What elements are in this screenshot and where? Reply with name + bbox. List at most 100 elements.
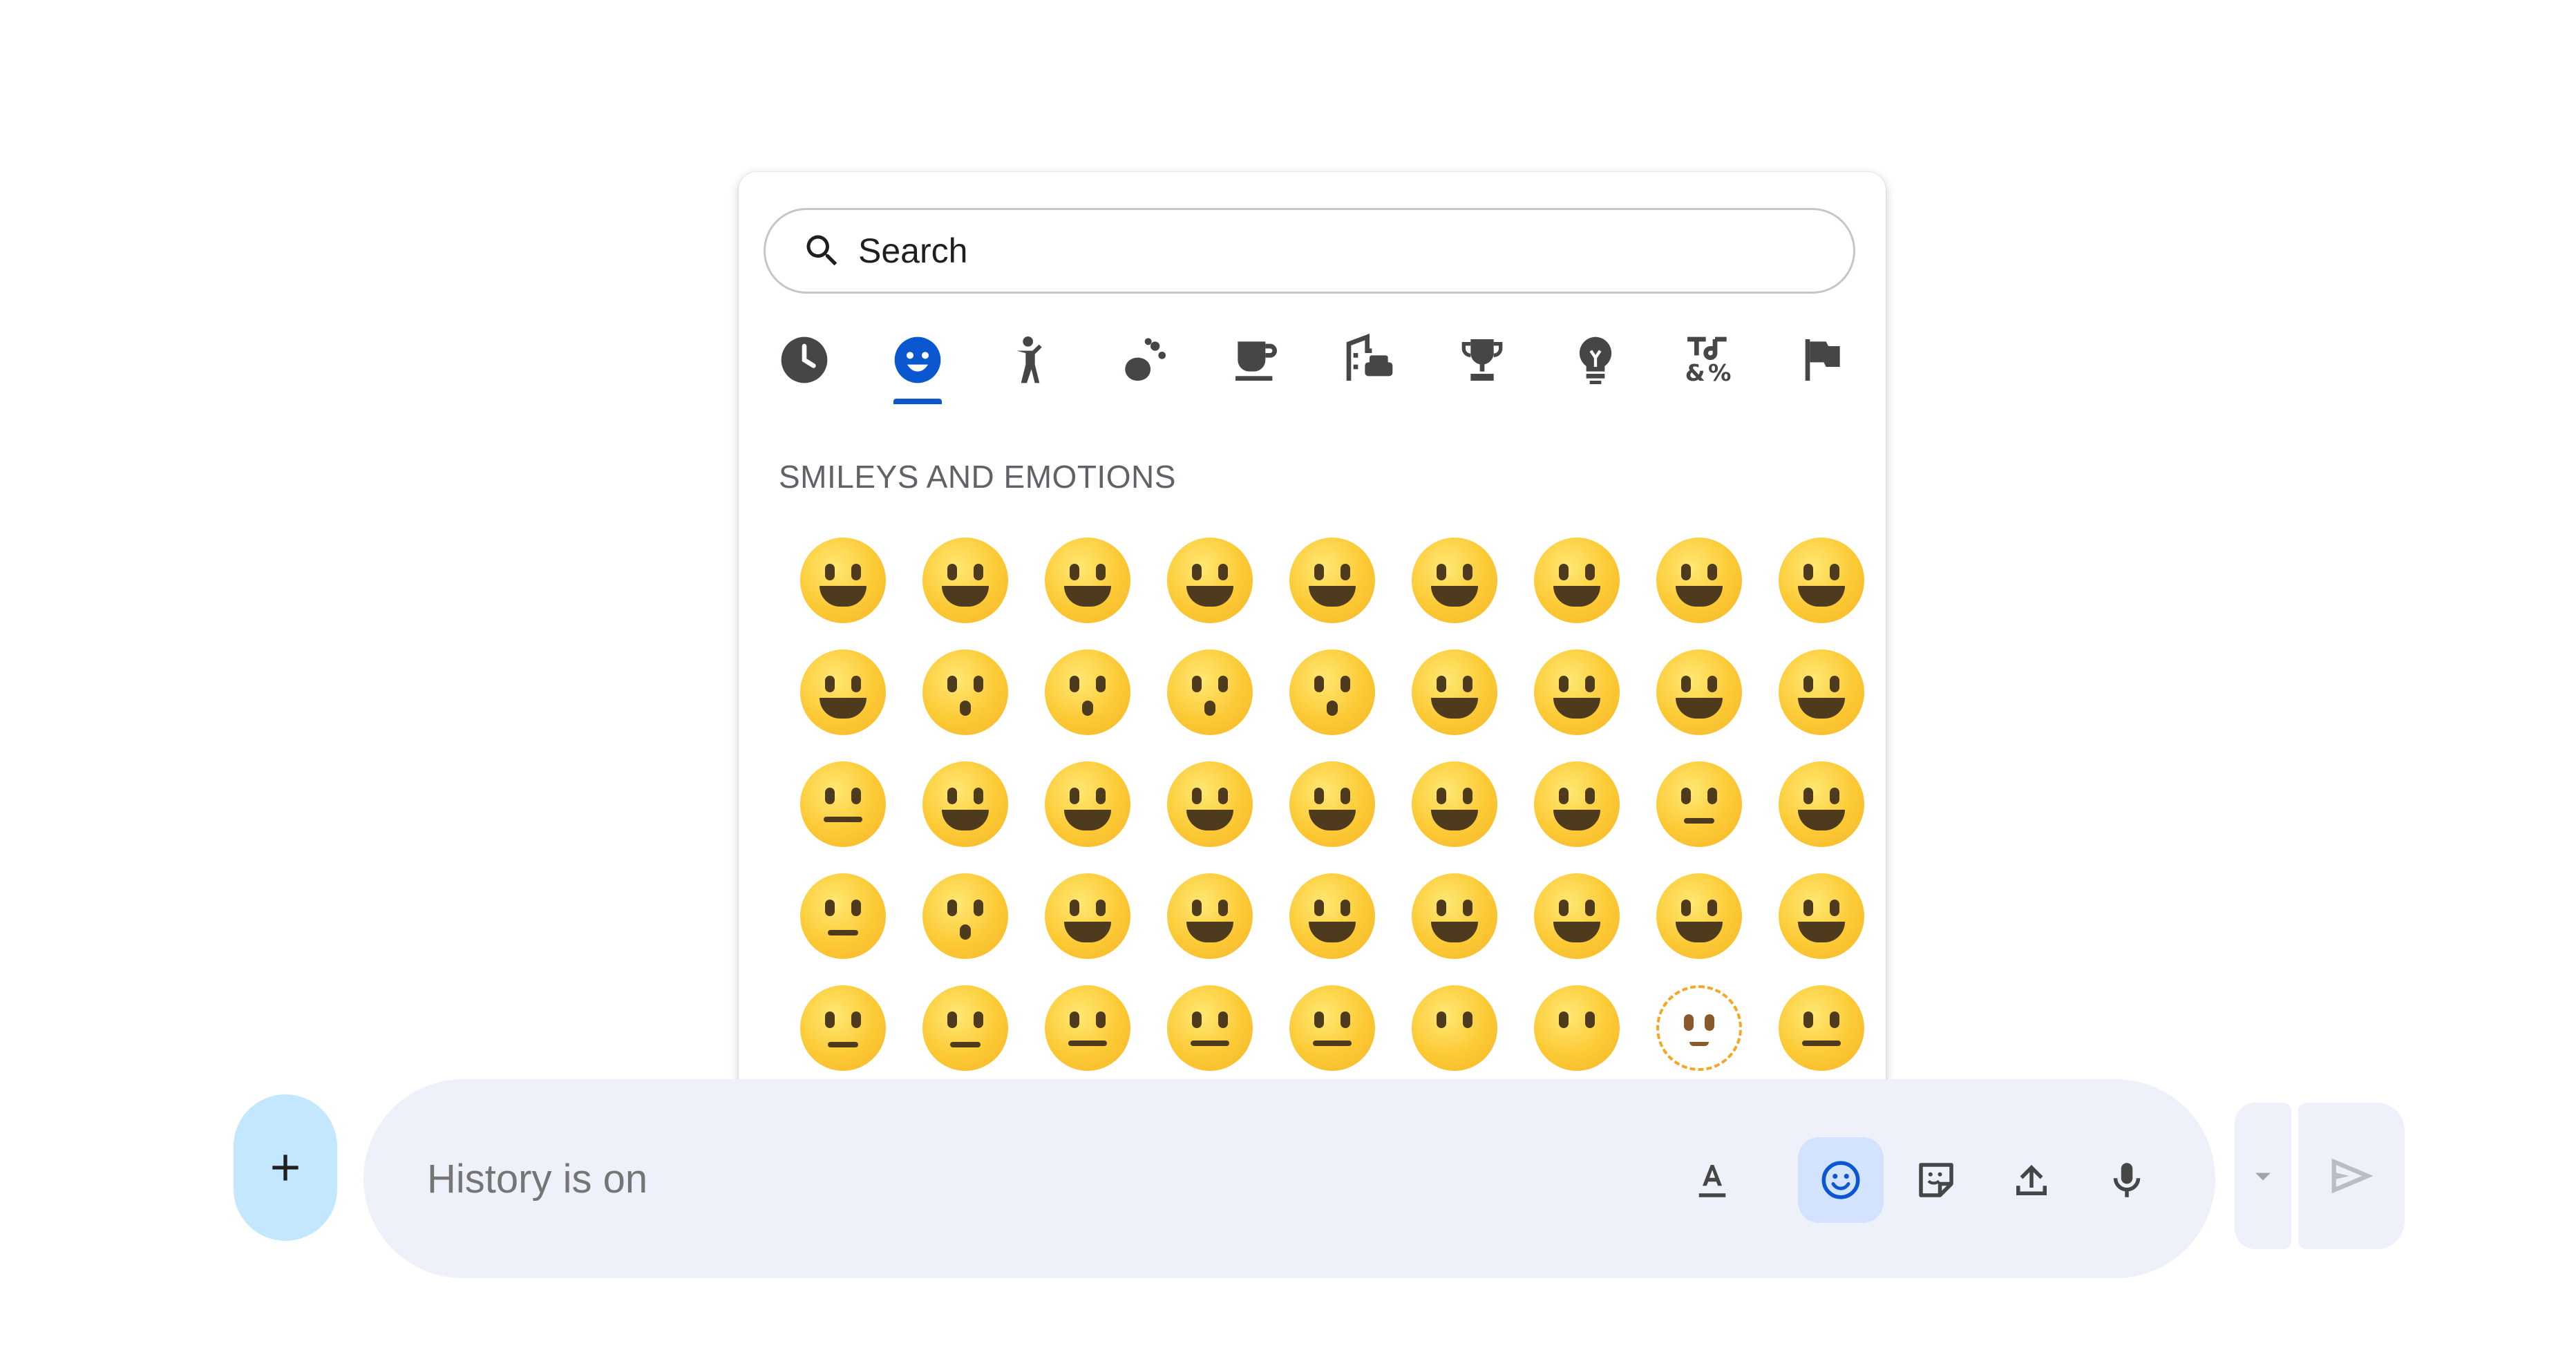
dotted-line-face-glyph [1656,985,1742,1071]
tab-objects[interactable] [1557,328,1633,404]
smiling-face-halo-glyph [1778,761,1864,847]
face-with-tongue-glyph [1411,873,1497,959]
section-title: SMILEYS AND EMOTIONS [779,459,1176,495]
smiling-face-halo-emoji[interactable] [1760,748,1882,860]
loudly-crying-face-emoji[interactable] [1760,524,1882,636]
winking-face-emoji[interactable] [782,636,904,748]
svg-text:%: % [1708,359,1731,386]
smiling-face-hearts-emoji[interactable] [1393,636,1515,748]
smiley-icon [894,336,940,383]
beaming-face-emoji[interactable] [1148,524,1271,636]
upside-down-face-emoji[interactable] [904,748,1026,860]
partying-face-emoji[interactable] [1760,636,1882,748]
pensive-face-emoji[interactable] [782,972,904,1084]
face-in-clouds-emoji[interactable] [1515,972,1638,1084]
kissing-face-closed-eyes-glyph [1166,649,1253,735]
upload-icon [2016,1165,2047,1195]
face-blowing-kiss-emoji[interactable] [1271,636,1393,748]
face-with-tongue-emoji[interactable] [1393,860,1515,972]
relieved-face-emoji[interactable] [1638,748,1760,860]
kissing-face-smiling-eyes-emoji[interactable] [1026,636,1148,748]
grinning-squinting-face-emoji[interactable] [1271,524,1393,636]
face-with-sleepy-lines-emoji[interactable] [782,860,904,972]
sticker-button[interactable] [1893,1137,1979,1223]
pleading-face-emoji[interactable] [904,972,1026,1084]
trophy-icon [1461,339,1503,381]
face-holding-back-tears-emoji[interactable] [1271,748,1393,860]
smiling-face-tear-emoji[interactable] [1148,748,1271,860]
face-tears-of-joy-emoji[interactable] [1515,524,1638,636]
sticker-icon [1919,1163,1953,1197]
tab-smileys[interactable] [880,328,956,404]
winking-face-tongue-emoji[interactable] [1638,860,1760,972]
face-with-sleepy-lines-glyph [799,873,886,959]
grinning-face-sweat-emoji[interactable] [1393,524,1515,636]
smirking-face-emoji[interactable] [1026,860,1148,972]
microphone-icon [2113,1163,2141,1197]
emoji-picker: &% SMILEYS AND EMOTIONS [739,172,1886,1119]
face-exhaling-glyph [922,873,1008,959]
grinning-face-smiling-eyes-emoji[interactable] [1026,524,1148,636]
grinning-face-emoji[interactable] [782,524,904,636]
grinning-squinting-face-glyph [1289,538,1375,623]
upload-button[interactable] [1989,1137,2074,1223]
tab-food-drink[interactable] [1218,328,1294,404]
grinning-face-glyph [799,538,886,623]
star-struck-emoji[interactable] [1638,636,1760,748]
kissing-face-closed-eyes-emoji[interactable] [1148,636,1271,748]
melting-face-emoji[interactable] [782,748,904,860]
smiling-face-emoji[interactable] [1515,748,1638,860]
emoji-icon [1821,1161,1860,1199]
emoji-search-box[interactable] [764,208,1855,294]
tab-travel-places[interactable] [1332,328,1408,404]
grimacing-face-glyph [1044,985,1130,1071]
face-savoring-food-glyph [1289,873,1375,959]
tab-people[interactable] [992,328,1068,404]
zipper-mouth-face-emoji[interactable] [1760,972,1882,1084]
drooling-face-glyph [1166,873,1253,959]
kissing-face-emoji[interactable] [904,636,1026,748]
tab-flags[interactable] [1783,328,1859,404]
send-options-dropdown[interactable] [2235,1103,2291,1249]
beaming-face-glyph [1166,538,1253,623]
grinning-face-big-eyes-emoji[interactable] [904,524,1026,636]
face-without-mouth-emoji[interactable] [1393,972,1515,1084]
neutral-face-emoji[interactable] [1271,972,1393,1084]
zany-face-glyph [1778,873,1864,959]
tab-symbols[interactable]: &% [1670,328,1746,404]
rolling-on-floor-laughing-glyph [1656,538,1742,623]
smiling-face-smiling-eyes-emoji[interactable] [1393,748,1515,860]
animal-icon [1124,338,1166,381]
dotted-line-face-emoji[interactable] [1638,972,1760,1084]
smiling-face-heart-eyes-emoji[interactable] [1515,636,1638,748]
zany-face-emoji[interactable] [1760,860,1882,972]
grimacing-face-emoji[interactable] [1026,972,1148,1084]
emoji-button[interactable] [1798,1137,1884,1223]
text-format-icon [1698,1165,1726,1197]
tab-animals-nature[interactable] [1106,328,1182,404]
prompt-input[interactable] [426,1079,1603,1280]
expressionless-face-emoji[interactable] [1148,972,1271,1084]
send-button[interactable] [2298,1103,2405,1249]
slightly-smiling-face-emoji[interactable] [1026,748,1148,860]
rolling-on-floor-laughing-emoji[interactable] [1638,524,1760,636]
drooling-face-emoji[interactable] [1148,860,1271,972]
add-button[interactable] [234,1094,337,1241]
microphone-button[interactable] [2084,1137,2170,1223]
face-in-clouds-glyph [1533,985,1620,1071]
loudly-crying-face-glyph [1778,538,1864,623]
face-exhaling-emoji[interactable] [904,860,1026,972]
smiling-face-tear-glyph [1166,761,1253,847]
tab-activities[interactable] [1444,328,1520,404]
winking-face-glyph [799,649,886,735]
text-format-button[interactable] [1669,1137,1755,1223]
tab-recent[interactable] [766,328,842,404]
emoji-search-input[interactable] [857,230,1758,272]
pensive-face-glyph [799,985,886,1071]
partying-face-glyph [1778,649,1864,735]
lightbulb-icon [1579,336,1611,384]
pleading-face-glyph [922,985,1008,1071]
symbols-icon: &% [1685,336,1732,386]
face-savoring-food-emoji[interactable] [1271,860,1393,972]
squinting-face-tongue-emoji[interactable] [1515,860,1638,972]
